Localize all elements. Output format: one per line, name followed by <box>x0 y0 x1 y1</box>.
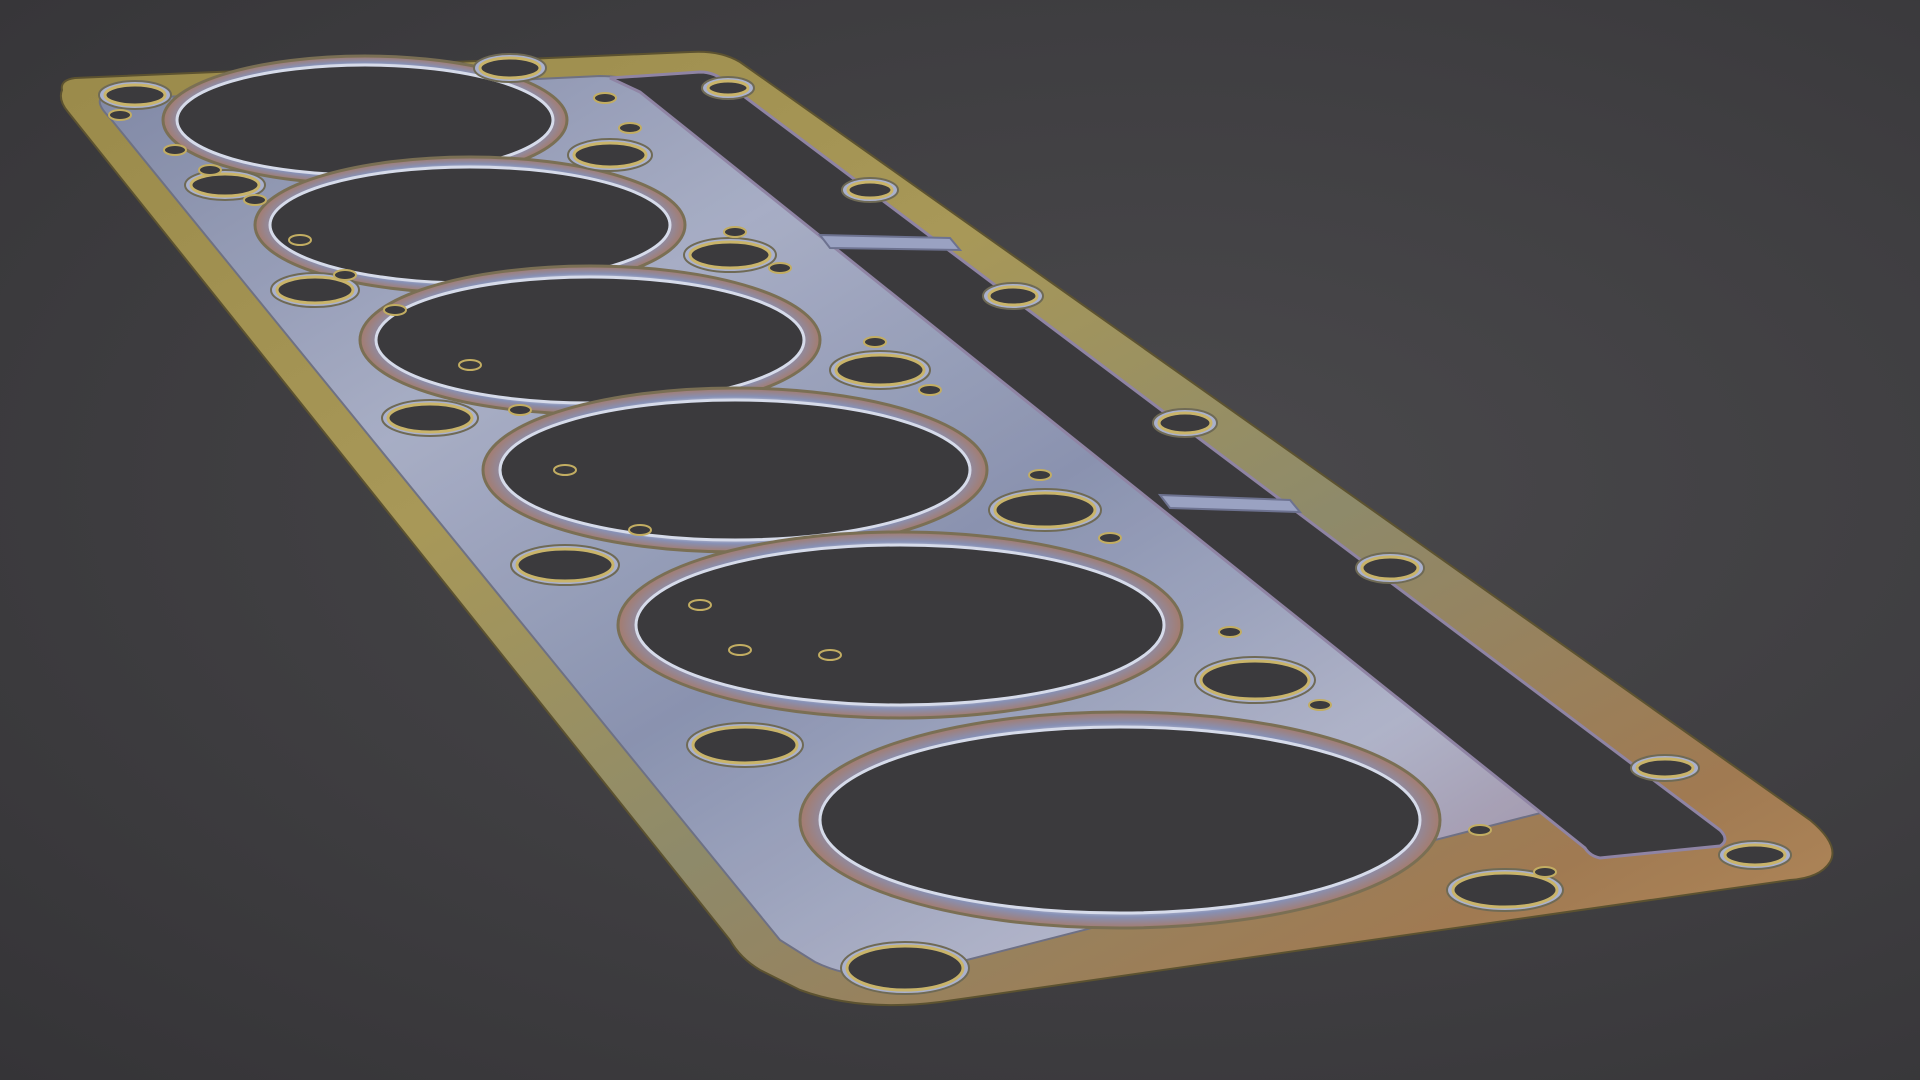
passage-hole <box>243 194 267 206</box>
bolt-hole <box>834 353 926 387</box>
passage-hole <box>1098 532 1122 544</box>
bolt-hole <box>386 402 474 434</box>
passage-hole <box>628 524 652 536</box>
bolt-hole <box>846 180 894 200</box>
passage-hole <box>818 649 842 661</box>
bolt-hole <box>691 725 799 765</box>
bolt-hole <box>515 547 615 583</box>
passage-hole <box>198 164 222 176</box>
bolt-hole <box>1723 843 1787 867</box>
passage-hole <box>1028 469 1052 481</box>
bolt-hole <box>987 285 1039 307</box>
bolt-hole <box>275 275 355 305</box>
channel-bridge-1 <box>817 233 963 252</box>
passage-hole <box>458 359 482 371</box>
bolt-hole <box>706 79 750 97</box>
passage-hole <box>1468 824 1492 836</box>
bolt-hole <box>1157 411 1213 435</box>
passage-hole <box>728 644 752 656</box>
passage-hole <box>593 92 617 104</box>
passage-hole <box>508 404 532 416</box>
bolt-hole <box>688 240 772 270</box>
bolt-hole <box>572 141 648 169</box>
bolt-hole <box>1199 659 1311 701</box>
passage-hole <box>163 144 187 156</box>
bolt-hole <box>1360 555 1420 581</box>
bolt-hole <box>189 172 261 198</box>
bolt-hole <box>845 944 965 992</box>
passage-hole <box>383 304 407 316</box>
passage-hole <box>723 226 747 238</box>
bolt-hole <box>1451 871 1559 909</box>
bolt-hole <box>103 83 167 107</box>
passage-hole <box>1533 866 1557 878</box>
passage-hole <box>688 599 712 611</box>
bolt-hole <box>478 56 542 80</box>
gasket-illustration <box>59 50 1834 1007</box>
passage-hole <box>333 269 357 281</box>
passage-hole <box>553 464 577 476</box>
bolt-hole <box>1635 757 1695 779</box>
passage-hole <box>108 109 132 121</box>
render-viewport <box>0 0 1920 1080</box>
passage-hole <box>1308 699 1332 711</box>
passage-hole <box>918 384 942 396</box>
cylinder-bore-5 <box>616 530 1184 720</box>
bolt-hole <box>993 491 1097 529</box>
passage-hole <box>768 262 792 274</box>
passage-hole <box>863 336 887 348</box>
passage-hole <box>288 234 312 246</box>
passage-hole <box>618 122 642 134</box>
cylinder-bore-6 <box>798 710 1442 930</box>
passage-hole <box>1218 626 1242 638</box>
